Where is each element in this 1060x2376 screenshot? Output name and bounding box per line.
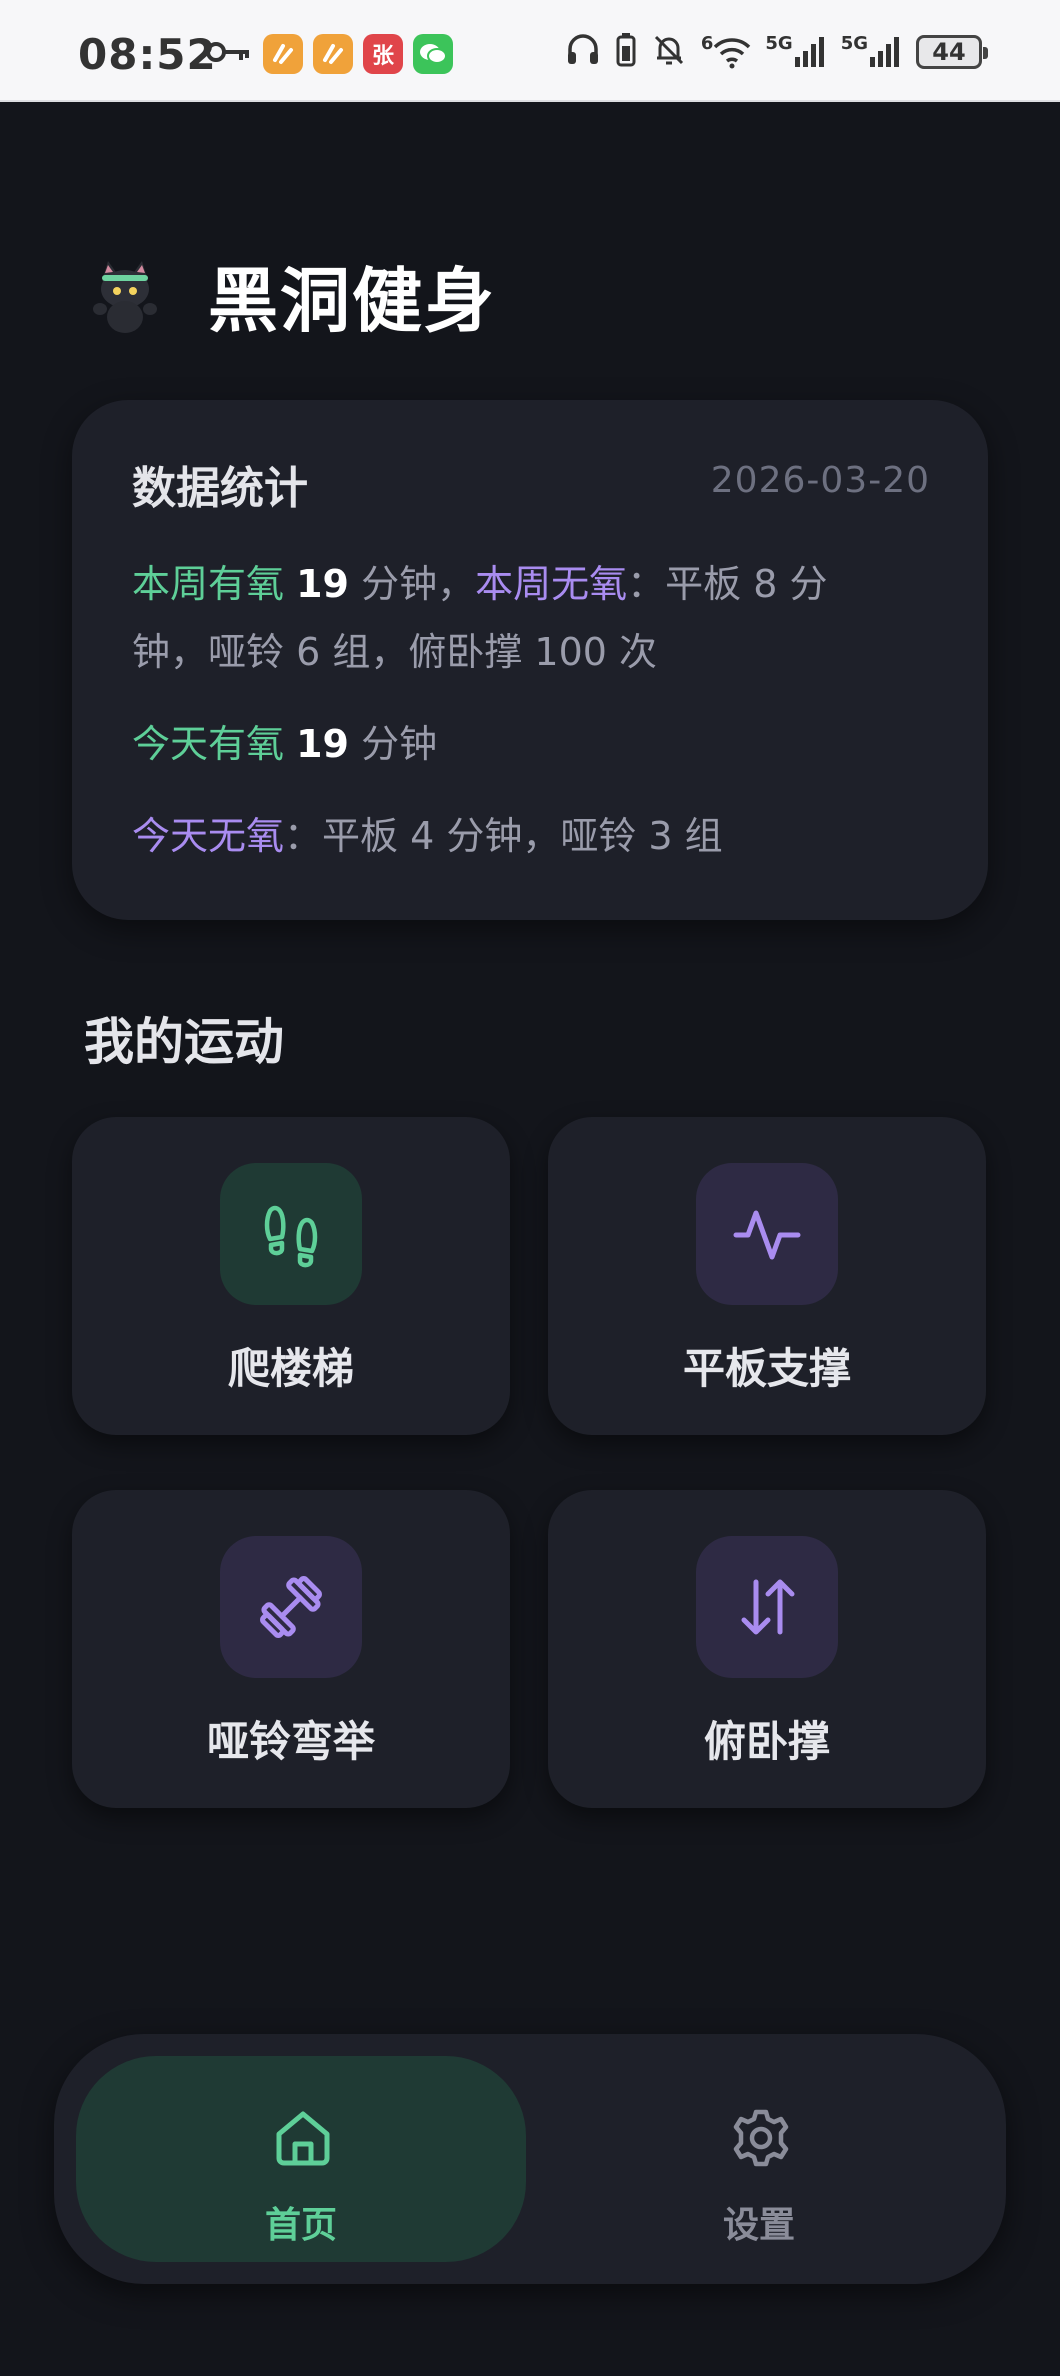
weekly-summary: 本周有氧 19 分钟，本周无氧：平板 8 分 钟，哑铃 6 组，俯卧撑 100 … (132, 550, 932, 686)
today-aerobic-value: 19 (296, 722, 349, 766)
exercise-card-plank[interactable]: 平板支撑 (548, 1117, 986, 1435)
stats-date: 2026-03-20 (710, 460, 930, 501)
app-notification-icon (313, 34, 353, 74)
gear-icon (729, 2106, 793, 2170)
week-aerobic-value: 19 (296, 562, 349, 606)
signal-5g-icon: 5G (765, 35, 826, 69)
status-bar: 08:52 张 6 5G 5G 44 (0, 0, 1060, 102)
dumbbell-icon (220, 1536, 362, 1678)
mute-bell-icon (651, 32, 687, 72)
nav-settings-label: 设置 (722, 2205, 795, 2246)
home-icon (271, 2106, 335, 2170)
week-aerobic-unit: 分钟， (349, 562, 476, 606)
status-time: 08:52 (78, 30, 217, 79)
today-anaerobic-label: 今天无氧 (132, 814, 285, 858)
app-notification-icon (263, 34, 303, 74)
wechat-icon (413, 34, 453, 74)
bottom-nav: 首页 设置 (54, 2034, 1006, 2284)
status-right-icons: 6 5G 5G 44 (565, 32, 988, 72)
status-left-icons: 张 (205, 34, 453, 74)
key-icon (205, 37, 253, 71)
week-anaerobic-detail: ：平板 8 分 (627, 562, 828, 606)
stats-card: 数据统计 2026-03-20 本周有氧 19 分钟，本周无氧：平板 8 分 钟… (72, 400, 988, 920)
exercise-card-dumbbell-curl[interactable]: 哑铃弯举 (72, 1490, 510, 1808)
exercise-card-pushup[interactable]: 俯卧撑 (548, 1490, 986, 1808)
nav-settings[interactable]: 设置 (534, 2056, 984, 2262)
nav-home[interactable]: 首页 (76, 2056, 526, 2262)
week-anaerobic-detail-cont: 钟，哑铃 6 组，俯卧撑 100 次 (132, 630, 658, 674)
today-anaerobic-summary: 今天无氧：平板 4 分钟，哑铃 3 组 (132, 802, 723, 870)
battery-indicator: 44 (916, 35, 988, 69)
today-aerobic-label: 今天有氧 (132, 722, 285, 766)
week-anaerobic-label: 本周无氧 (475, 562, 628, 606)
exercise-label: 爬楼梯 (227, 1344, 354, 1393)
exercise-label: 平板支撑 (682, 1344, 851, 1393)
signal-5g-icon: 5G (841, 35, 902, 69)
headphones-icon (565, 32, 601, 72)
cat-mascot-avatar (80, 251, 170, 341)
app-notification-icon: 张 (363, 34, 403, 74)
my-exercises-title: 我的运动 (84, 1013, 284, 1071)
week-aerobic-label: 本周有氧 (132, 562, 285, 606)
stats-title: 数据统计 (132, 463, 308, 514)
nav-home-label: 首页 (264, 2205, 337, 2246)
today-anaerobic-detail: ：平板 4 分钟，哑铃 3 组 (284, 814, 723, 858)
today-aerobic-unit: 分钟 (349, 722, 438, 766)
exercise-card-stairs[interactable]: 爬楼梯 (72, 1117, 510, 1435)
app-title: 黑洞健身 (208, 260, 496, 342)
app-header: 黑洞健身 (80, 245, 496, 346)
today-aerobic-summary: 今天有氧 19 分钟 (132, 710, 437, 778)
wifi-icon: 6 (701, 35, 752, 69)
exercise-label: 俯卧撑 (703, 1717, 830, 1766)
footprints-icon (220, 1163, 362, 1305)
exercise-label: 哑铃弯举 (206, 1717, 375, 1766)
battery-saver-icon (615, 32, 637, 72)
arrows-up-down-icon (696, 1536, 838, 1678)
activity-icon (696, 1163, 838, 1305)
